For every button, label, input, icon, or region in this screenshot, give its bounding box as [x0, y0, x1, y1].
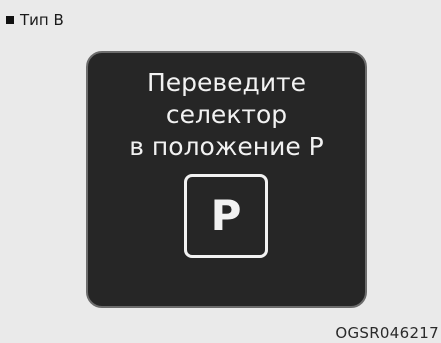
park-gear-letter: P — [210, 191, 242, 240]
type-label: Тип B — [6, 10, 64, 30]
message-line-3: в положение P — [129, 132, 324, 161]
shift-message: Переведите селектор в положение P — [88, 67, 365, 163]
type-label-text: Тип B — [20, 11, 64, 29]
message-line-1: Переведите — [146, 68, 307, 97]
square-bullet-icon — [6, 16, 14, 24]
park-gear-icon: P — [184, 174, 268, 258]
message-line-2: селектор — [165, 100, 288, 129]
display-panel: Переведите селектор в положение P P — [86, 51, 367, 308]
image-code: OGSR046217 — [335, 324, 439, 342]
